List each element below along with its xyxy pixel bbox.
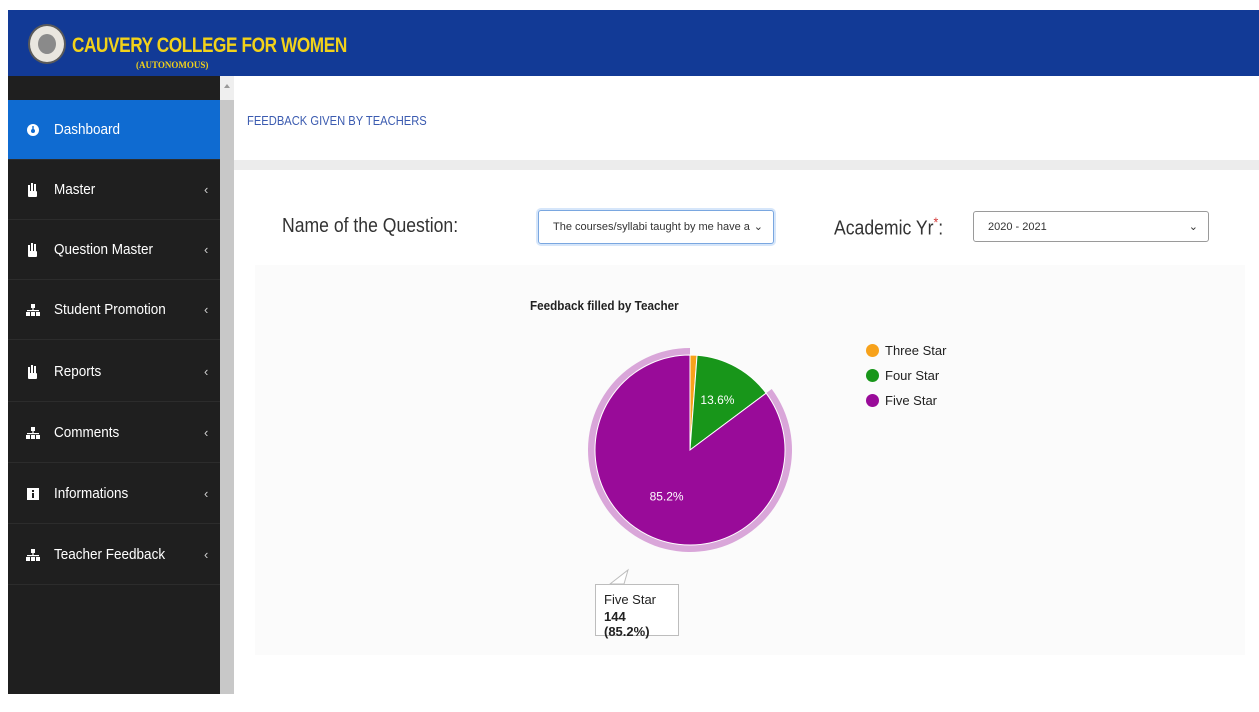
legend-item-four-star[interactable]: Four Star (866, 363, 946, 388)
hand-icon (26, 364, 40, 379)
pie-percent-label: 13.6% (700, 393, 734, 407)
chevron-left-icon: ‹ (204, 302, 209, 317)
chart-tooltip: Five Star 144 (85.2%) (595, 584, 679, 639)
hand-icon (26, 242, 40, 257)
chevron-down-icon: ⌄ (753, 221, 763, 233)
hand-icon (26, 182, 40, 197)
sidebar-item-question-master[interactable]: Question Master ‹ (8, 220, 220, 280)
pie-percent-label: 85.2% (650, 490, 684, 504)
chevron-left-icon: ‹ (204, 425, 209, 440)
sidebar-item-label: Student Promotion (54, 301, 166, 318)
app-header: CAUVERY COLLEGE FOR WOMEN (AUTONOMOUS) (8, 10, 1259, 76)
section-divider (234, 160, 1259, 170)
sidebar-item-label: Informations (54, 485, 129, 502)
chevron-left-icon: ‹ (204, 486, 209, 501)
info-icon (26, 487, 40, 501)
tooltip-label: Five Star (604, 592, 657, 607)
dashboard-icon (26, 123, 40, 137)
page-title: FEEDBACK GIVEN BY TEACHERS (247, 113, 427, 128)
academic-year-label-colon: : (938, 217, 944, 240)
legend-swatch (866, 369, 879, 382)
question-label: Name of the Question: (282, 215, 459, 237)
academic-year-select-value: 2020 - 2021 (988, 220, 1047, 233)
sitemap-icon (26, 426, 40, 440)
sidebar-top (8, 76, 220, 100)
sidebar-item-label: Teacher Feedback (54, 546, 166, 563)
pie-chart: 13.6% 85.2% (588, 348, 792, 585)
chevron-left-icon: ‹ (204, 364, 209, 379)
legend-item-five-star[interactable]: Five Star (866, 388, 946, 413)
chevron-left-icon: ‹ (204, 547, 209, 562)
sidebar-item-informations[interactable]: Informations ‹ (8, 464, 220, 524)
academic-year-label-text: Academic Yr (834, 217, 934, 240)
legend-item-three-star[interactable]: Three Star (866, 338, 946, 363)
academic-year-select[interactable]: 2020 - 2021 ⌄ (973, 211, 1209, 242)
sitemap-icon (26, 548, 40, 562)
question-select[interactable]: The courses/syllabi taught by me have a … (538, 210, 774, 244)
sidebar-item-dashboard[interactable]: Dashboard (8, 100, 220, 160)
legend-label: Five Star (885, 393, 938, 408)
chevron-left-icon: ‹ (204, 182, 209, 197)
chevron-down-icon: ⌄ (1188, 221, 1198, 233)
legend-label: Three Star (885, 343, 947, 358)
sidebar-item-label: Master (54, 181, 96, 198)
sidebar: Dashboard Master ‹ Question Master ‹ Stu… (8, 76, 220, 694)
sitemap-icon (26, 303, 40, 317)
sidebar-item-label: Question Master (54, 241, 154, 258)
scrollbar-up-button[interactable] (220, 76, 234, 100)
tooltip-value: 144 (85.2%) (604, 609, 650, 639)
sidebar-item-label: Reports (54, 363, 102, 380)
academic-year-label: Academic Yr*: (834, 214, 943, 241)
scroll-up-arrow-icon (224, 84, 230, 88)
chevron-left-icon: ‹ (204, 242, 209, 257)
legend-swatch (866, 344, 879, 357)
sidebar-item-teacher-feedback[interactable]: Teacher Feedback ‹ (8, 525, 220, 585)
legend-swatch (866, 394, 879, 407)
question-select-value: The courses/syllabi taught by me have a (553, 221, 750, 233)
sidebar-item-label: Comments (54, 424, 120, 441)
chart-title: Feedback filled by Teacher (530, 298, 679, 313)
sidebar-item-label: Dashboard (54, 121, 121, 138)
sidebar-scrollbar[interactable] (220, 76, 234, 694)
college-name: CAUVERY COLLEGE FOR WOMEN (72, 34, 347, 57)
legend-label: Four Star (885, 368, 940, 383)
college-logo (28, 24, 66, 64)
sidebar-item-student-promotion[interactable]: Student Promotion ‹ (8, 280, 220, 340)
sidebar-item-reports[interactable]: Reports ‹ (8, 342, 220, 402)
tooltip-pointer (608, 568, 629, 585)
chart-legend: Three Star Four Star Five Star (866, 338, 946, 413)
sidebar-item-master[interactable]: Master ‹ (8, 160, 220, 220)
college-subtitle: (AUTONOMOUS) (136, 60, 209, 70)
pie-slices (588, 348, 792, 552)
sidebar-item-comments[interactable]: Comments ‹ (8, 403, 220, 463)
